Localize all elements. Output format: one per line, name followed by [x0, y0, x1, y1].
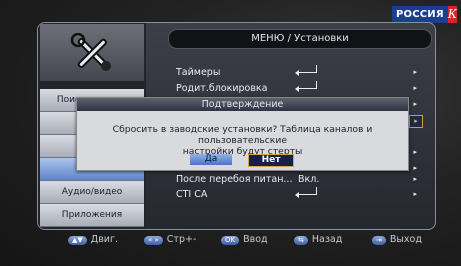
arrow-right-icon: ▸ — [413, 190, 417, 198]
selected-arrow-icon: ▸ — [409, 115, 423, 128]
dialog-message-line1: Сбросить в заводские установки? Таблица … — [112, 124, 373, 146]
channel-name: РОССИЯ — [392, 6, 448, 23]
page-title: МЕНЮ / Установки — [168, 29, 432, 49]
hint-label: Назад — [311, 234, 343, 245]
dialog-message-line2: настройки будут стерты — [182, 146, 303, 157]
menu-row-label: CTI CA — [176, 189, 208, 200]
updown-key-icon: ▲▼ — [68, 235, 87, 245]
channel-mark: К — [447, 6, 458, 23]
hint-exit: ⇥ Выход — [372, 230, 422, 250]
enter-icon — [295, 64, 317, 81]
exit-key-icon: ⇥ — [372, 235, 386, 245]
yes-button[interactable]: Да — [190, 154, 232, 165]
hint-enter: OK Ввод — [221, 230, 268, 250]
enter-icon — [295, 80, 317, 97]
menu-row-label: Родит.блокировка — [176, 83, 268, 94]
menu-row-label: Таймеры — [176, 67, 221, 78]
sidebar-item-audio-video[interactable]: Аудио/видео — [40, 181, 144, 204]
hint-label: Ввод — [243, 234, 268, 245]
tools-logo — [40, 24, 144, 81]
arrow-right-icon: ▸ — [413, 100, 417, 108]
ok-key-icon: OK — [221, 235, 240, 245]
confirm-dialog: Подтверждение Сбросить в заводские устан… — [76, 97, 409, 171]
hint-label: Двиг. — [90, 234, 118, 245]
arrow-right-icon: ▸ — [413, 148, 417, 156]
back-key-icon: ⇆ — [294, 235, 308, 245]
footer-hints: ▲▼ Двиг. « » Стр+- OK Ввод ⇆ Назад ⇥ Вых… — [0, 230, 461, 250]
tools-icon — [70, 32, 111, 71]
hint-back: ⇆ Назад — [294, 230, 342, 250]
hint-page: « » Стр+- — [144, 230, 196, 250]
sidebar-item-applications[interactable]: Приложения — [40, 204, 144, 227]
channel-logo: РОССИЯ К — [392, 6, 458, 23]
enter-icon — [295, 186, 317, 203]
arrow-right-icon: ▸ — [413, 68, 417, 76]
hint-move: ▲▼ Двиг. — [68, 230, 118, 250]
no-button[interactable]: Нет — [248, 154, 294, 167]
dialog-message: Сбросить в заводские установки? Таблица … — [83, 124, 402, 157]
dialog-title: Подтверждение — [77, 98, 408, 111]
menu-row-parental-lock[interactable]: Родит.блокировка ▸ — [146, 80, 435, 97]
hint-label: Выход — [389, 234, 422, 245]
page-key-icon: « » — [144, 235, 163, 245]
arrow-right-icon: ▸ — [413, 84, 417, 92]
menu-row-ci-ca[interactable]: CTI CA ▸ — [146, 186, 435, 203]
menu-row-timers[interactable]: Таймеры ▸ — [146, 64, 435, 81]
hint-label: Стр+- — [166, 234, 197, 245]
